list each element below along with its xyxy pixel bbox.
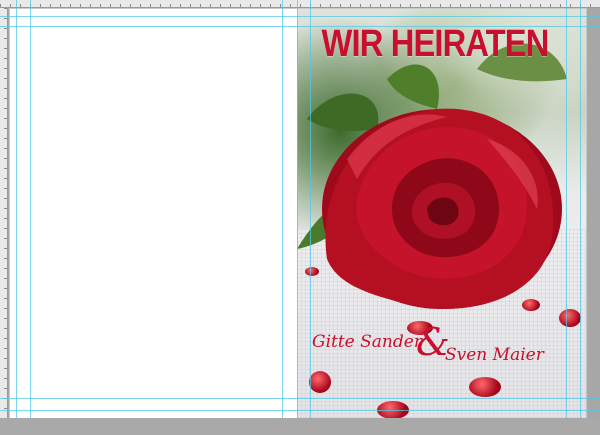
heart-confetti xyxy=(305,267,319,276)
guide-line[interactable] xyxy=(16,0,17,435)
card-inner-panel xyxy=(10,9,297,418)
groom-name: Sven Maier xyxy=(445,345,544,365)
heart-confetti xyxy=(522,299,540,311)
couple-names[interactable]: Gitte Sander & Sven Maier xyxy=(312,320,574,376)
guide-line[interactable] xyxy=(0,410,600,411)
card-title[interactable]: WIR HEIRATEN xyxy=(319,23,551,66)
guide-line[interactable] xyxy=(30,0,31,435)
guide-line[interactable] xyxy=(297,0,298,435)
vertical-ruler[interactable] xyxy=(0,8,8,435)
guide-line[interactable] xyxy=(0,398,600,399)
guide-line[interactable] xyxy=(310,0,311,435)
workspace-pasteboard xyxy=(0,418,600,435)
horizontal-ruler[interactable] xyxy=(0,0,600,8)
bride-name: Gitte Sander xyxy=(312,332,422,352)
guide-line[interactable] xyxy=(282,0,283,435)
heart-confetti xyxy=(469,377,501,397)
guide-line[interactable] xyxy=(0,16,600,17)
heart-confetti xyxy=(559,309,581,327)
guide-line[interactable] xyxy=(580,0,581,435)
